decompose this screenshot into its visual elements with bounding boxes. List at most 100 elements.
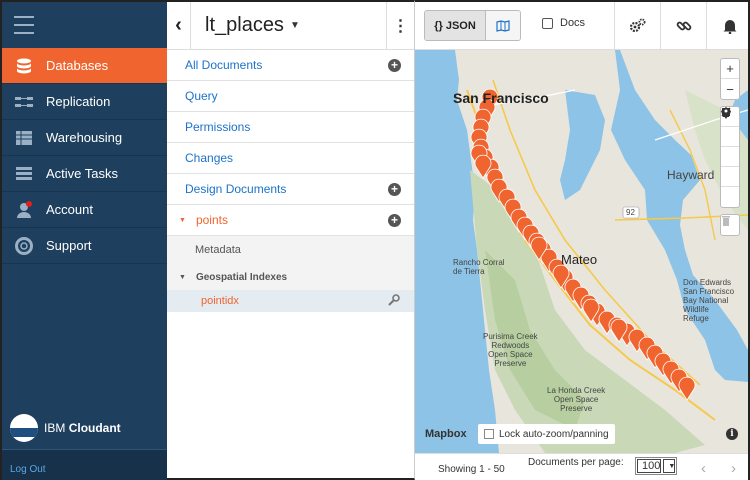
per-page-value: 100 bbox=[637, 459, 662, 473]
databases-icon bbox=[14, 57, 34, 75]
showing-range: Showing 1 - 50 bbox=[438, 464, 505, 475]
notifications-button[interactable] bbox=[706, 2, 750, 50]
sidebar-item-label: Permissions bbox=[185, 120, 251, 134]
nav-item-account[interactable]: Account bbox=[2, 192, 167, 228]
pin-icon bbox=[722, 109, 730, 119]
map-label-hayward: Hayward bbox=[667, 168, 715, 182]
account-icon bbox=[14, 200, 34, 219]
map-label-route-92: 92 bbox=[626, 208, 635, 217]
nav-item-databases[interactable]: Databases bbox=[2, 48, 167, 84]
nav-label: Databases bbox=[46, 58, 109, 73]
wrench-icon[interactable] bbox=[388, 293, 400, 309]
draw-circle-button[interactable] bbox=[721, 108, 739, 187]
delete-shape-button[interactable] bbox=[721, 215, 739, 235]
sidebar-item-label: Metadata bbox=[195, 244, 241, 256]
zoom-in-button[interactable]: + bbox=[721, 59, 739, 79]
map-icon bbox=[496, 19, 510, 32]
hamburger-menu-button[interactable] bbox=[2, 2, 167, 48]
sidebar-item-label: Design Documents bbox=[185, 182, 287, 196]
mapbox-logo[interactable]: Mapbox bbox=[425, 428, 467, 440]
settings-button[interactable] bbox=[614, 2, 660, 50]
draw-controls bbox=[720, 106, 740, 208]
draw-marker-button[interactable] bbox=[721, 109, 739, 207]
sidebar-item-points[interactable]: ▼ points + bbox=[167, 205, 414, 236]
sidebar-item-permissions[interactable]: Permissions bbox=[167, 112, 414, 143]
map-label-purisima: Purisima Creek Redwoods Open Space Prese… bbox=[483, 332, 538, 368]
api-url-button[interactable] bbox=[660, 2, 706, 50]
json-view-button[interactable]: {} JSON bbox=[425, 11, 486, 40]
nav-label: Active Tasks bbox=[46, 166, 119, 181]
logout-link[interactable]: Log Out bbox=[10, 464, 46, 475]
sidebar-item-changes[interactable]: Changes bbox=[167, 143, 414, 174]
sidebar-item-pointidx[interactable]: pointidx bbox=[167, 290, 414, 312]
per-page-select[interactable]: 100 ▼ bbox=[635, 457, 677, 475]
sidebar-item-design-documents[interactable]: Design Documents + bbox=[167, 174, 414, 205]
sidebar-item-label: pointidx bbox=[201, 295, 239, 307]
replication-icon bbox=[14, 93, 34, 111]
next-page-button[interactable]: › bbox=[731, 460, 736, 477]
trash-icon bbox=[722, 216, 730, 226]
sidebar-item-label: Changes bbox=[185, 151, 234, 165]
add-icon[interactable]: + bbox=[388, 58, 401, 72]
bell-icon bbox=[723, 20, 736, 34]
per-page-label: Documents per page: bbox=[528, 457, 624, 468]
more-options-button[interactable]: ⋮ bbox=[386, 1, 414, 50]
map-view[interactable]: San Francisco Hayward Mateo Rancho Corra… bbox=[415, 50, 748, 453]
draw-rectangle-button[interactable] bbox=[721, 108, 739, 167]
sidebar-item-all-documents[interactable]: All Documents + bbox=[167, 50, 414, 81]
database-title[interactable]: lt_places ▼ bbox=[191, 14, 386, 37]
lock-zoom-checkbox[interactable]: Lock auto-zoom/panning bbox=[478, 424, 615, 444]
triangle-down-icon: ▼ bbox=[179, 273, 186, 281]
nav-label: Account bbox=[46, 202, 93, 217]
database-header: ‹ lt_places ▼ ⋮ bbox=[167, 1, 414, 50]
active-tasks-icon bbox=[14, 165, 34, 183]
gears-icon bbox=[629, 18, 645, 33]
nav-item-replication[interactable]: Replication bbox=[2, 84, 167, 120]
main-nav: Databases Replication Warehousing Active… bbox=[0, 0, 167, 480]
map-view-button[interactable] bbox=[486, 11, 520, 40]
database-sidebar: ‹ lt_places ▼ ⋮ All Documents + Query Pe… bbox=[167, 0, 415, 480]
checkbox-icon bbox=[484, 429, 494, 439]
nav-item-active-tasks[interactable]: Active Tasks bbox=[2, 156, 167, 192]
add-icon[interactable]: + bbox=[388, 182, 401, 196]
select-arrow-icon: ▼ bbox=[663, 459, 675, 473]
add-icon[interactable]: + bbox=[388, 213, 401, 227]
nav-item-warehousing[interactable]: Warehousing bbox=[2, 120, 167, 156]
nav-label: Replication bbox=[46, 94, 111, 109]
docs-toggle[interactable]: Docs bbox=[542, 17, 585, 29]
map-label-la-honda: La Honda Creek Open Space Preserve bbox=[547, 386, 606, 413]
caret-down-icon: ▼ bbox=[289, 20, 300, 31]
zoom-controls: + − bbox=[720, 58, 740, 100]
sidebar-group-geospatial-indexes[interactable]: ▼ Geospatial Indexes bbox=[167, 264, 414, 290]
nav-item-support[interactable]: Support bbox=[2, 228, 167, 264]
sidebar-item-metadata[interactable]: Metadata bbox=[167, 236, 414, 264]
back-button[interactable]: ‹ bbox=[167, 1, 191, 50]
nav-label: Warehousing bbox=[46, 130, 123, 145]
view-toggle: {} JSON bbox=[424, 10, 521, 41]
previous-page-button[interactable]: ‹ bbox=[701, 460, 706, 477]
zoom-out-button[interactable]: − bbox=[721, 79, 739, 99]
sidebar-group-label: Geospatial Indexes bbox=[195, 271, 288, 283]
json-label: {} JSON bbox=[434, 19, 476, 32]
warehousing-icon bbox=[14, 129, 34, 147]
map-label-san-mateo: Mateo bbox=[561, 252, 598, 267]
triangle-down-icon: ▼ bbox=[179, 216, 186, 224]
support-icon bbox=[14, 236, 34, 255]
content-header: {} JSON Docs bbox=[415, 2, 748, 50]
checkbox-icon bbox=[542, 17, 553, 29]
database-name: lt_places bbox=[205, 14, 284, 36]
ibm-cloudant-logo: IBM Cloudant bbox=[10, 414, 121, 442]
brand-prefix: IBM bbox=[44, 421, 66, 435]
content-panel: {} JSON Docs San Francisco Hayward Mateo… bbox=[415, 0, 750, 480]
sidebar-item-query[interactable]: Query bbox=[167, 81, 414, 112]
info-icon[interactable]: i bbox=[726, 428, 738, 440]
docs-label: Docs bbox=[560, 17, 586, 29]
map-label-san-francisco: San Francisco bbox=[453, 90, 549, 106]
logout-bar: Log Out bbox=[2, 449, 167, 480]
sidebar-item-label: All Documents bbox=[185, 58, 263, 72]
draw-polygon-button[interactable] bbox=[721, 107, 739, 147]
map-label-rancho: Rancho Corral de Tierra bbox=[453, 258, 505, 276]
pagination-footer: Showing 1 - 50 Documents per page: 100 ▼… bbox=[415, 453, 748, 480]
link-icon bbox=[676, 21, 691, 31]
kebab-icon: ⋮ bbox=[392, 17, 409, 35]
